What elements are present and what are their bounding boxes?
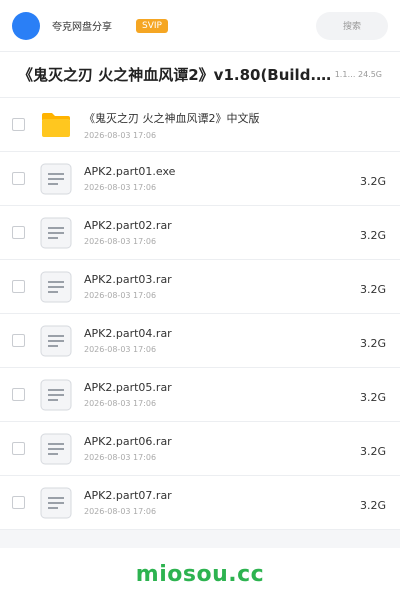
file-date: 2026-08-03 17:06 <box>84 130 157 140</box>
list-item[interactable]: APK2.part01.exe 2026-08-03 17:06 3.2G <box>0 152 400 206</box>
file-name: APK2.part03.rar <box>84 273 172 286</box>
select-checkbox[interactable] <box>12 496 25 509</box>
file-date: 2026-08-03 17:06 <box>84 183 157 192</box>
folder-meta: 1.1… 24.5G <box>334 70 382 79</box>
select-checkbox[interactable] <box>12 172 25 185</box>
file-name: APK2.part06.rar <box>84 435 172 448</box>
list-item[interactable]: APK2.part05.rar 2026-08-03 17:06 3.2G <box>0 368 400 422</box>
file-name: APK2.part05.rar <box>84 381 172 394</box>
folder-icon <box>40 109 72 141</box>
file-icon <box>40 433 72 465</box>
list-item[interactable]: APK2.part03.rar 2026-08-03 17:06 3.2G <box>0 260 400 314</box>
file-name: APK2.part04.rar <box>84 327 172 340</box>
file-size: 3.2G <box>359 229 386 242</box>
file-icon <box>40 271 72 303</box>
file-name: 《鬼灭之刃 火之神血风谭2》中文版 <box>84 111 260 125</box>
app-header: 夸克网盘分享 SVIP 搜索 <box>0 0 400 52</box>
select-checkbox[interactable] <box>12 334 25 347</box>
file-size: 3.2G <box>359 445 386 458</box>
app-logo-icon <box>12 11 40 40</box>
file-name: APK2.part02.rar <box>84 219 172 232</box>
select-checkbox[interactable] <box>12 118 25 131</box>
file-size: 3.2G <box>359 337 386 350</box>
file-name: APK2.part01.exe <box>84 165 176 178</box>
app-name: 夸克网盘分享 <box>52 22 112 33</box>
select-checkbox[interactable] <box>12 388 25 401</box>
select-checkbox[interactable] <box>12 442 25 455</box>
file-size: 3.2G <box>359 175 386 188</box>
list-item[interactable]: 《鬼灭之刃 火之神血风谭2》中文版 2026-08-03 17:06 <box>0 98 400 152</box>
list-item[interactable]: APK2.part02.rar 2026-08-03 17:06 3.2G <box>0 206 400 260</box>
list-item[interactable]: APK2.part07.rar 2026-08-03 17:06 3.2G <box>0 476 400 530</box>
list-item[interactable]: APK2.part06.rar 2026-08-03 17:06 3.2G <box>0 422 400 476</box>
folder-title-bar: 《鬼灭之刃 火之神血风谭2》v1.80(Build.22894… 1.1… 24… <box>0 52 400 98</box>
file-date: 2026-08-03 17:06 <box>84 399 157 408</box>
file-size: 3.2G <box>359 391 386 404</box>
search-input[interactable]: 搜索 <box>316 11 388 40</box>
file-icon <box>40 325 72 357</box>
file-icon <box>40 487 72 519</box>
list-item[interactable]: APK2.part04.rar 2026-08-03 17:06 3.2G <box>0 314 400 368</box>
file-icon <box>40 379 72 411</box>
file-size: 3.2G <box>359 283 386 296</box>
file-icon <box>40 217 72 249</box>
file-icon <box>40 163 72 195</box>
search-placeholder: 搜索 <box>342 22 361 32</box>
file-date: 2026-08-03 17:06 <box>84 507 157 516</box>
file-size: 3.2G <box>359 499 386 512</box>
select-checkbox[interactable] <box>12 280 25 293</box>
file-date: 2026-08-03 17:06 <box>84 453 157 462</box>
file-date: 2026-08-03 17:06 <box>84 237 157 246</box>
select-checkbox[interactable] <box>12 226 25 239</box>
svip-badge: SVIP <box>136 18 168 33</box>
file-list: 《鬼灭之刃 火之神血风谭2》中文版 2026-08-03 17:06 APK2.… <box>0 98 400 530</box>
site-watermark: miosou.cc <box>135 561 265 587</box>
file-name: APK2.part07.rar <box>84 489 172 502</box>
footer: miosou.cc <box>0 548 400 600</box>
file-date: 2026-08-03 17:06 <box>84 291 157 300</box>
file-date: 2026-08-03 17:06 <box>84 345 157 354</box>
folder-title: 《鬼灭之刃 火之神血风谭2》v1.80(Build.22894… <box>18 66 335 84</box>
